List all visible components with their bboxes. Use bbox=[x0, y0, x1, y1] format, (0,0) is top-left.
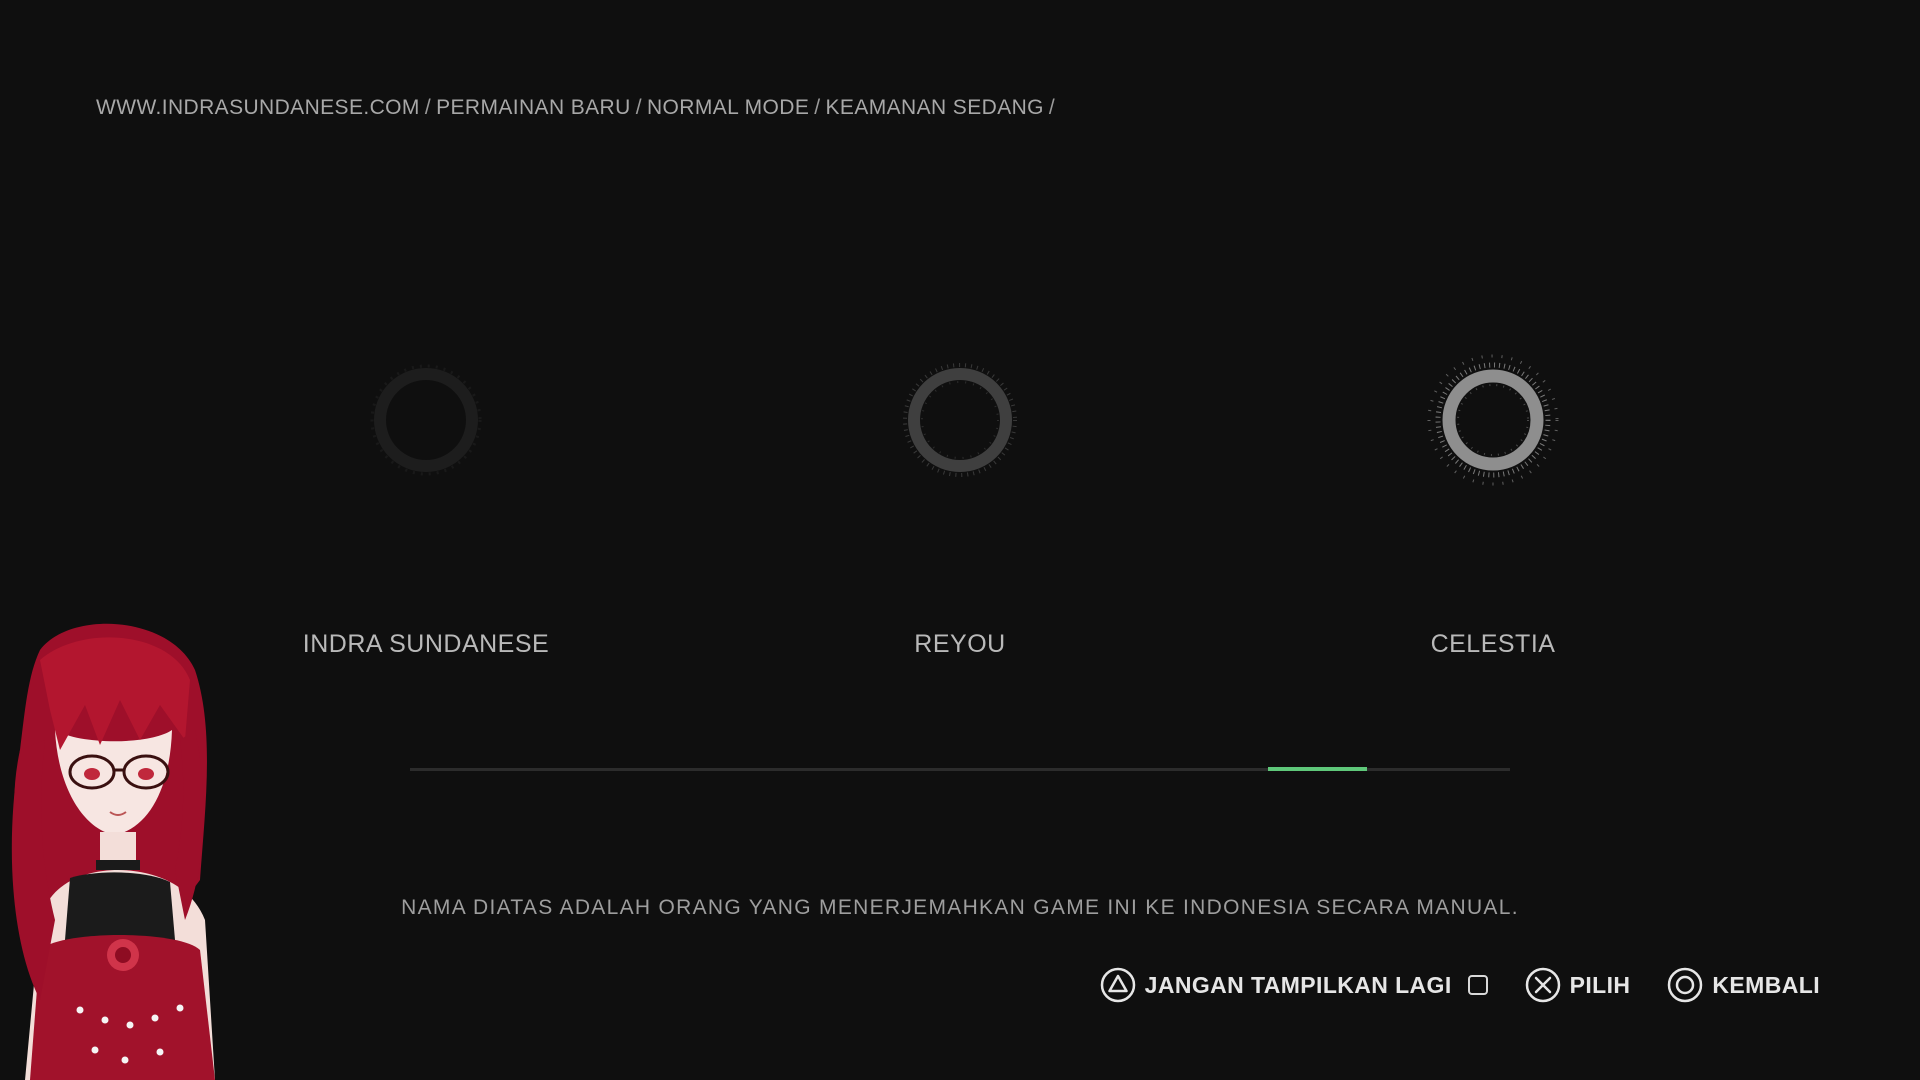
vtuber-avatar bbox=[11, 623, 215, 1080]
dont-show-again-checkbox[interactable] bbox=[1467, 975, 1488, 995]
breadcrumb-separator: / bbox=[814, 96, 821, 119]
breadcrumb-separator: / bbox=[424, 96, 432, 119]
back-button[interactable]: KEMBALI bbox=[1666, 966, 1820, 1004]
select-button[interactable]: PILIH bbox=[1524, 966, 1631, 1004]
grunge-ring-icon bbox=[1427, 354, 1559, 486]
credit-item: CELESTIA bbox=[1303, 340, 1683, 670]
credit-name: REYOU bbox=[914, 630, 1006, 658]
grunge-ring-icon bbox=[370, 364, 482, 476]
breadcrumb-item-site: WWW.INDRASUNDANESE.COM bbox=[96, 96, 420, 119]
breadcrumb-item-new-game: PERMAINAN BARU bbox=[436, 96, 631, 119]
circle-button-icon bbox=[1668, 967, 1703, 1003]
credit-name: CELESTIA bbox=[1430, 630, 1556, 658]
button-prompts: JANGAN TAMPILKAN LAGI PILIH KEMBALI bbox=[1099, 966, 1820, 1004]
credit-item: INDRA SUNDANESE bbox=[236, 340, 616, 670]
credits-row: INDRA SUNDANESE REYOU CELESTIA bbox=[0, 340, 1920, 670]
triangle-button-icon bbox=[1100, 967, 1135, 1003]
breadcrumb-item-mode: NORMAL MODE bbox=[646, 96, 810, 119]
grunge-ring-icon bbox=[903, 363, 1017, 477]
cross-button-icon bbox=[1525, 967, 1560, 1003]
select-label: PILIH bbox=[1569, 971, 1631, 998]
credit-name: INDRA SUNDANESE bbox=[302, 630, 550, 658]
progress-track bbox=[410, 767, 1510, 771]
dont-show-again-button[interactable]: JANGAN TAMPILKAN LAGI bbox=[1099, 966, 1488, 1004]
credit-item: REYOU bbox=[770, 340, 1150, 670]
translator-note: NAMA DIATAS ADALAH ORANG YANG MENERJEMAH… bbox=[401, 896, 1519, 919]
dont-show-again-label: JANGAN TAMPILKAN LAGI bbox=[1144, 971, 1452, 998]
breadcrumb-separator: / bbox=[1048, 96, 1056, 119]
back-label: KEMBALI bbox=[1712, 971, 1820, 998]
breadcrumb: WWW.INDRASUNDANESE.COM / PERMAINAN BARU / NO… bbox=[96, 96, 1060, 120]
progress-fill bbox=[1268, 767, 1367, 771]
breadcrumb-item-security: KEAMANAN SEDANG bbox=[825, 96, 1044, 119]
breadcrumb-separator: / bbox=[635, 96, 642, 119]
